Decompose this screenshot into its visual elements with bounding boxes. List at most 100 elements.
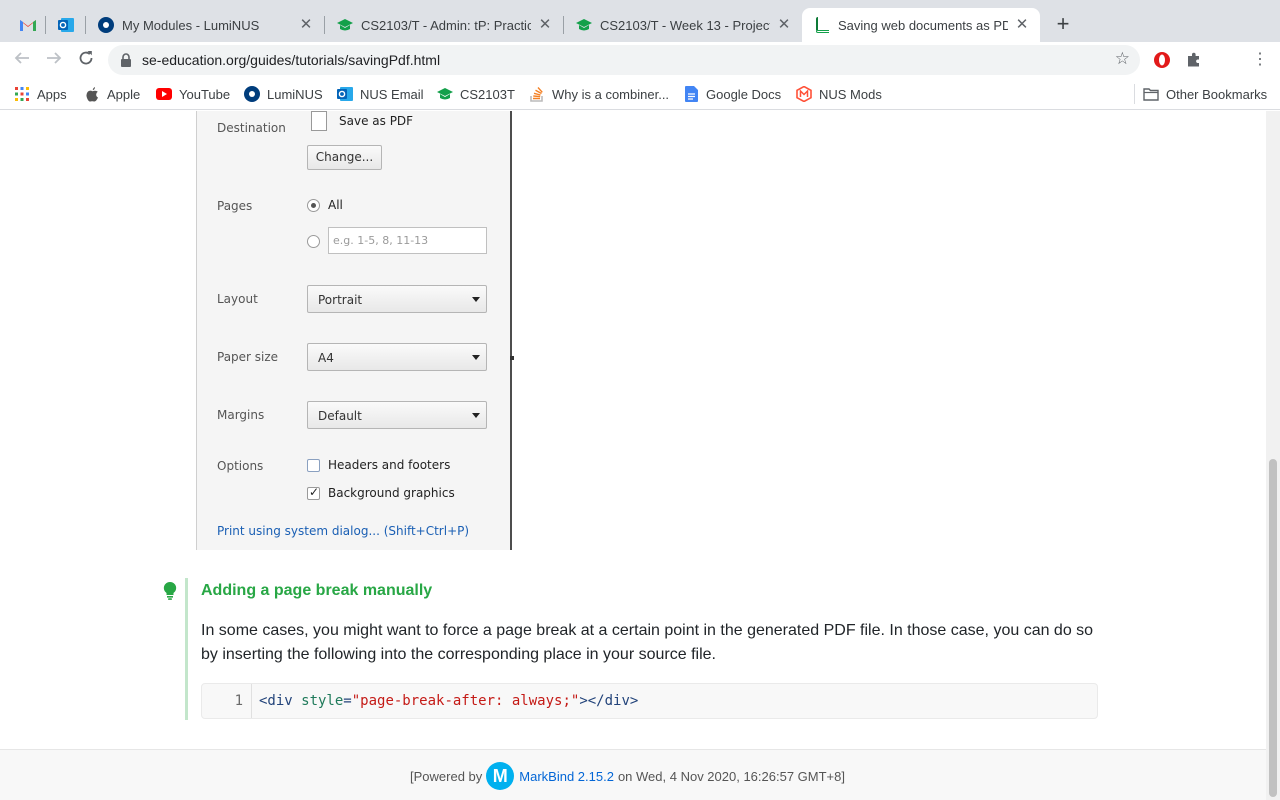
system-dialog-link: Print using system dialog... (Shift+Ctrl…	[217, 524, 470, 538]
bookmark-label: Other Bookmarks	[1166, 86, 1268, 102]
bookmark-google-docs[interactable]: Google Docs	[683, 85, 781, 103]
tab-cs2103-admin[interactable]: CS2103/T - Admin: tP: Practica ✕	[325, 8, 563, 42]
bookmark-label: Google Docs	[706, 86, 782, 102]
stackoverflow-icon	[529, 86, 545, 102]
document-icon	[311, 111, 327, 131]
bookmark-stackoverflow[interactable]: Why is a combiner...	[529, 85, 669, 103]
bookmark-apple[interactable]: Apple	[84, 85, 140, 103]
pages-input: e.g. 1-5, 8, 11-13	[328, 227, 487, 254]
page-content: Destination Save as PDF Change... Pages …	[0, 111, 1266, 800]
nusmods-icon	[796, 86, 812, 102]
bookmark-label: NUS Email	[360, 86, 424, 102]
bookmark-cs2103t[interactable]: CS2103T	[437, 85, 515, 103]
puzzle-extensions-icon[interactable]	[1185, 51, 1203, 69]
mortarboard-icon	[437, 86, 453, 102]
close-icon[interactable]: ✕	[298, 17, 314, 33]
pages-all-label: All	[328, 198, 343, 212]
arrow-right-icon	[47, 52, 62, 64]
layout-label: Layout	[217, 292, 258, 306]
destination-value: Save as PDF	[339, 114, 414, 128]
bookmark-label: Why is a combiner...	[552, 86, 670, 102]
pages-label: Pages	[217, 199, 253, 213]
layout-select: Portrait	[307, 285, 487, 313]
tab-title: CS2103/T - Admin: tP: Practica	[361, 17, 531, 33]
luminus-icon	[98, 17, 114, 33]
page-footer: [Powered by M MarkBind 2.15.2 on Wed, 4 …	[0, 749, 1266, 800]
markbind-logo[interactable]: M	[486, 762, 515, 790]
background-graphics-label: Background graphics	[328, 486, 455, 500]
mortarboard-icon	[337, 17, 353, 33]
opera-extension-icon[interactable]	[1153, 51, 1171, 69]
tab-outlook[interactable]	[46, 8, 82, 42]
other-bookmarks[interactable]: Other Bookmarks	[1143, 85, 1267, 103]
bookmark-nus-mods[interactable]: NUS Mods	[796, 85, 882, 103]
bookmarks-bar: Apps Apple YouTube LumiNUS NUS Email CS2…	[0, 78, 1280, 110]
folder-icon	[1143, 86, 1159, 102]
dropdown-arrow-icon	[472, 355, 480, 360]
margins-select: Default	[307, 401, 487, 429]
arrow-left-icon	[14, 52, 29, 64]
dropdown-arrow-icon	[472, 297, 480, 302]
headers-footers-label: Headers and footers	[328, 458, 451, 472]
back-button[interactable]	[10, 48, 34, 72]
code-attribute: style	[292, 693, 344, 709]
tab-luminus[interactable]: My Modules - LumiNUS ✕	[86, 8, 324, 42]
tab-strip: My Modules - LumiNUS ✕ CS2103/T - Admin:…	[0, 0, 1280, 42]
bookmark-label: Apple	[107, 86, 141, 102]
luminus-icon	[244, 86, 260, 102]
page-scrollbar[interactable]	[1266, 111, 1280, 800]
reload-button[interactable]	[74, 48, 98, 72]
address-bar[interactable]: se-education.org/guides/tutorials/saving…	[108, 45, 1140, 75]
code-block: 1 <div style="page-break-after: always;"…	[201, 683, 1098, 719]
tab-title: Saving web documents as PDF	[838, 17, 1008, 33]
tab-saving-pdf[interactable]: Saving web documents as PDF ✕	[802, 8, 1040, 42]
url-text[interactable]: se-education.org/guides/tutorials/saving…	[142, 52, 440, 68]
markbind-link[interactable]: MarkBind 2.15.2	[519, 769, 614, 784]
apple-icon	[84, 86, 100, 102]
close-icon[interactable]: ✕	[776, 17, 792, 33]
bookmark-apps[interactable]: Apps	[14, 85, 67, 103]
code-line-number: 1	[202, 684, 252, 718]
radio-custom-pages	[307, 235, 320, 248]
code-equals: =	[343, 693, 352, 709]
radio-all	[307, 199, 320, 212]
background-graphics-checkbox	[307, 485, 320, 500]
tab-gmail[interactable]	[8, 8, 40, 42]
mortarboard-icon	[576, 17, 592, 33]
code-open-tag: <div	[259, 693, 293, 709]
bookmark-star-icon[interactable]: ☆	[1115, 49, 1130, 69]
browser-menu-icon[interactable]: ⋮	[1252, 49, 1268, 71]
destination-label: Destination	[217, 121, 286, 135]
layout-value: Portrait	[318, 293, 363, 307]
bookmark-label: YouTube	[179, 86, 231, 102]
dropdown-arrow-icon	[472, 413, 480, 418]
close-icon[interactable]: ✕	[1014, 17, 1030, 33]
code-line: <div style="page-break-after: always;"><…	[259, 684, 638, 718]
bookmark-luminus[interactable]: LumiNUS	[244, 85, 323, 103]
scrollbar-thumb[interactable]	[1269, 459, 1277, 797]
tab-cs2103-week13[interactable]: CS2103/T - Week 13 - Project ✕	[564, 8, 802, 42]
bookmark-label: LumiNUS	[267, 86, 323, 102]
margins-value: Default	[318, 409, 362, 423]
new-tab-button[interactable]: +	[1051, 13, 1075, 37]
tip-body: In some cases, you might want to force a…	[201, 622, 1094, 663]
apps-grid-icon	[14, 86, 30, 102]
headers-footers-checkbox	[307, 459, 320, 472]
bookmark-label: CS2103T	[460, 86, 515, 102]
bookmark-nus-email[interactable]: NUS Email	[337, 85, 424, 103]
tab-title: CS2103/T - Week 13 - Project	[600, 17, 770, 33]
footer-suffix: on Wed, 4 Nov 2020, 16:26:57 GMT+8]	[617, 768, 845, 784]
print-dialog-screenshot: Destination Save as PDF Change... Pages …	[196, 111, 512, 550]
code-string: "page-break-after: always;"	[351, 693, 580, 709]
youtube-icon	[156, 86, 172, 102]
tip-border	[185, 578, 188, 720]
google-docs-icon	[683, 86, 699, 102]
tab-title: My Modules - LumiNUS	[122, 17, 260, 33]
bookmark-youtube[interactable]: YouTube	[156, 85, 230, 103]
gmail-icon	[20, 17, 36, 33]
bookmark-label: Apps	[37, 86, 67, 102]
book-icon	[814, 17, 830, 33]
forward-button[interactable]	[42, 48, 66, 72]
resize-handle	[510, 356, 514, 360]
close-icon[interactable]: ✕	[537, 17, 553, 33]
